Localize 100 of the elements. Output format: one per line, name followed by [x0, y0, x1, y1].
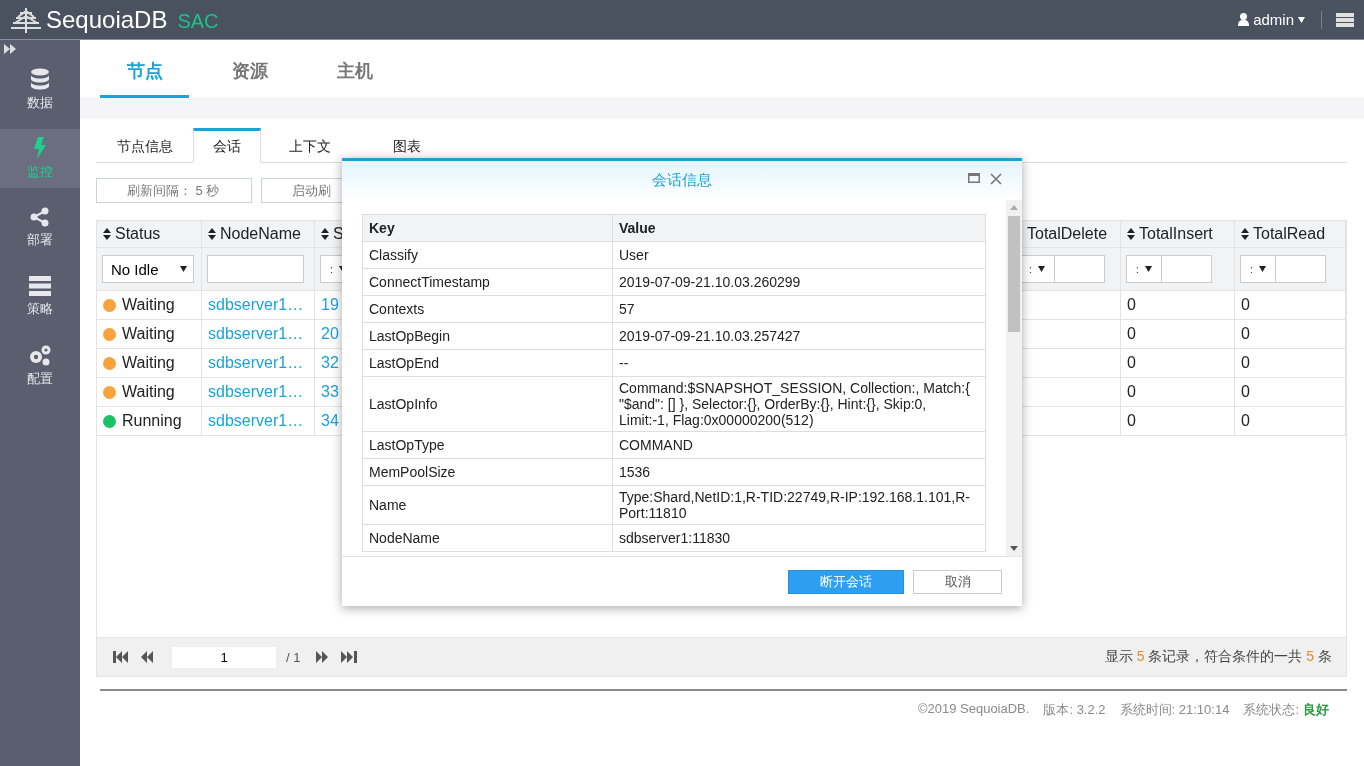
sub-tab[interactable]: 节点信息 — [96, 128, 193, 162]
sub-tab[interactable]: 会话 — [193, 128, 261, 163]
table-cell: 0 — [1241, 383, 1250, 401]
value-cell: 2019-07-09-21.10.03.260299 — [613, 269, 986, 296]
status-text: Running — [122, 412, 182, 430]
session-link[interactable]: 19 — [321, 296, 339, 314]
maximize-icon[interactable] — [968, 173, 980, 185]
sort-icon — [208, 228, 216, 240]
first-page-icon[interactable] — [111, 651, 131, 663]
sidebar-item[interactable]: 策略 — [0, 267, 80, 326]
product-name: SAC — [177, 9, 219, 33]
sidebar-item[interactable]: 数据 — [0, 60, 80, 119]
table-cell: 0 — [1241, 325, 1250, 343]
page-total: / 1 — [286, 649, 301, 665]
status-text: Waiting — [122, 354, 175, 372]
value-cell: -- — [613, 350, 986, 377]
filter-field[interactable]: : — [1126, 255, 1212, 283]
table-cell: 0 — [1241, 354, 1250, 372]
key-cell: Name — [363, 486, 613, 525]
value-cell: 57 — [613, 296, 986, 323]
system-time: 系统时间: 21:10:14 — [1119, 701, 1230, 719]
column-header: Value — [613, 215, 986, 242]
close-icon[interactable] — [990, 173, 1002, 185]
value-cell: sdbserver1:11830 — [613, 525, 986, 552]
column-header[interactable]: NodeName — [202, 221, 315, 248]
key-cell: LastOpEnd — [363, 350, 613, 377]
filter-field[interactable]: : — [1240, 255, 1326, 283]
status-text: Waiting — [122, 383, 175, 401]
session-link[interactable]: 20 — [321, 325, 339, 343]
node-link[interactable]: sdbserver1… — [208, 325, 304, 343]
previous-page-icon[interactable] — [139, 651, 156, 663]
value-cell: 1536 — [613, 459, 986, 486]
table-cell: 0 — [1127, 354, 1136, 372]
app-logo: SequoiaDB — [46, 5, 168, 34]
status-label: 系统状态: — [1243, 701, 1299, 719]
user-menu[interactable]: admin — [1238, 11, 1305, 28]
sort-icon — [103, 228, 111, 240]
database-icon — [30, 67, 50, 90]
table-cell: 0 — [1127, 383, 1136, 401]
node-link[interactable]: sdbserver1… — [208, 296, 304, 314]
caret-icon — [180, 266, 187, 272]
sort-icon — [1127, 228, 1135, 240]
toolbar-button[interactable]: 刷新间隔： 5 秒 — [96, 178, 252, 203]
caret-icon — [1298, 16, 1305, 23]
column-header[interactable]: TotalInsert — [1121, 221, 1235, 248]
table-cell: 0 — [1127, 296, 1136, 314]
value-cell: Command:$SNAPSHOT_SESSION, Collection:, Match:{ "$and": [] }, Selector:{}, OrderBy:{}, Hint:{}, Skip:0, Limit:-1, Flag:0x00000200(512) — [613, 377, 986, 432]
status-filter[interactable]: No Idle — [102, 255, 194, 283]
sidebar-item[interactable]: 配置 — [0, 336, 80, 395]
status-text: Waiting — [122, 296, 175, 314]
value-cell: Type:Shard,NetID:1,R-TID:22749,R-IP:192.168.1.101,R-Port:11810 — [613, 486, 986, 525]
record-summary: 显示 5 条记录，符合条件的一共 5 条 — [1104, 648, 1332, 666]
key-cell: NodeName — [363, 525, 613, 552]
sub-tab[interactable]: 上下文 — [261, 128, 358, 162]
last-page-icon[interactable] — [339, 651, 360, 663]
key-cell: Classify — [363, 242, 613, 269]
tree-logo-icon — [10, 6, 42, 33]
user-icon — [1238, 13, 1250, 26]
key-cell: MemPoolSize — [363, 459, 613, 486]
key-cell: Contexts — [363, 296, 613, 323]
table-cell: 0 — [1127, 325, 1136, 343]
column-header[interactable]: TotalRead — [1235, 221, 1346, 248]
node-link[interactable]: sdbserver1… — [208, 354, 304, 372]
key-cell: LastOpInfo — [363, 377, 613, 432]
key-cell: LastOpBegin — [363, 323, 613, 350]
key-cell: LastOpType — [363, 432, 613, 459]
status-value: 良好 — [1303, 701, 1329, 719]
caret-icon — [1037, 266, 1045, 272]
disconnect-button[interactable]: 断开会话 — [788, 569, 904, 594]
scrollbar[interactable] — [1006, 200, 1022, 556]
filter-field[interactable] — [207, 255, 304, 283]
node-link[interactable]: sdbserver1… — [208, 383, 304, 401]
value-cell: User — [613, 242, 986, 269]
copyright: ©2019 SequoiaDB. — [917, 701, 1030, 718]
session-link[interactable]: 32 — [321, 354, 339, 372]
node-link[interactable]: sdbserver1… — [208, 412, 304, 430]
page-field[interactable]: 1 — [172, 646, 276, 668]
sub-tab[interactable]: 图表 — [358, 128, 455, 162]
sidebar-item[interactable]: 部署 — [0, 198, 80, 257]
expand-icon[interactable] — [4, 44, 16, 54]
main-tab[interactable]: 主机 — [310, 59, 399, 98]
cancel-button[interactable]: 取消 — [913, 569, 1002, 594]
bolt-icon — [34, 136, 46, 159]
value-cell: 2019-07-09-21.10.03.257427 — [613, 323, 986, 350]
sort-icon — [321, 228, 329, 240]
scrollbar-thumb[interactable] — [1008, 216, 1020, 332]
caret-icon — [1258, 266, 1266, 272]
filter-field[interactable]: : — [1019, 255, 1105, 283]
table-cell: 0 — [1127, 412, 1136, 430]
table-cell: 0 — [1241, 296, 1250, 314]
scroll-down-icon[interactable] — [1010, 546, 1018, 551]
column-header: Key — [363, 215, 613, 242]
session-link[interactable]: 33 — [321, 383, 339, 401]
session-link[interactable]: 34 — [321, 412, 339, 430]
dialog-title: 会话信息 — [652, 171, 712, 190]
status-text: Waiting — [122, 325, 175, 343]
menu-icon[interactable] — [1336, 12, 1354, 27]
column-header[interactable]: Status — [97, 221, 202, 248]
caret-icon — [1144, 266, 1152, 272]
main-tab[interactable]: 资源 — [205, 59, 294, 98]
